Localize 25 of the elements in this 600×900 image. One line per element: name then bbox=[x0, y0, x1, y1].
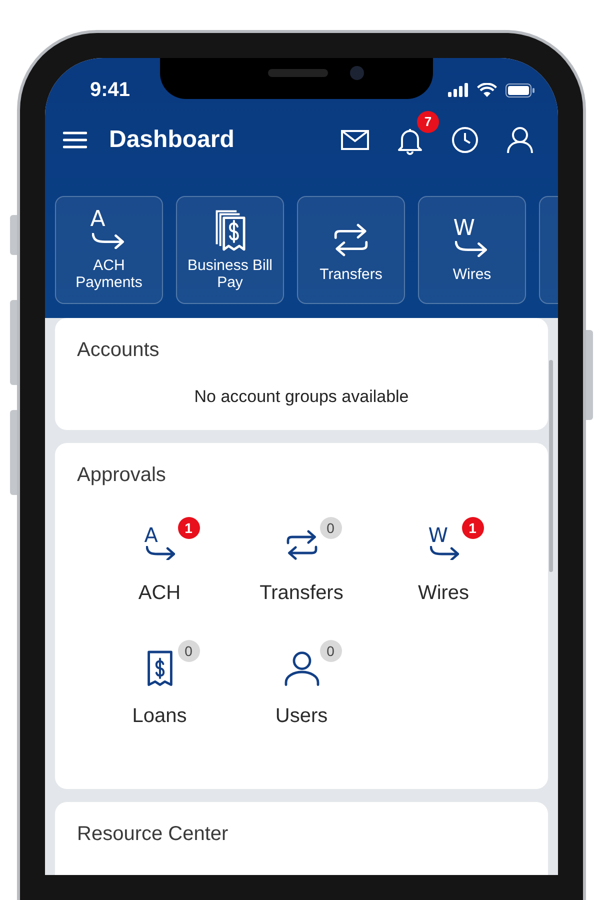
quick-action-tile[interactable]: Transfers bbox=[297, 196, 405, 304]
quick-action-tile[interactable]: A ACH Payments bbox=[55, 196, 163, 304]
icon-letter: W bbox=[453, 218, 476, 240]
page-title: Dashboard bbox=[109, 125, 236, 155]
approval-item[interactable]: W 1 Wires bbox=[372, 514, 514, 606]
count-badge: 0 bbox=[178, 640, 200, 662]
notification-badge: 7 bbox=[417, 111, 439, 133]
card-title: Accounts bbox=[77, 338, 160, 362]
approval-item[interactable]: 0 Transfers bbox=[230, 514, 372, 606]
approval-item[interactable]: 0 Loans bbox=[88, 638, 230, 728]
quick-action-tile[interactable]: W Wires bbox=[418, 196, 526, 304]
icon-letter: W bbox=[428, 524, 448, 544]
approval-item[interactable]: A 1 ACH bbox=[88, 514, 230, 606]
icon-letter: A bbox=[90, 209, 106, 231]
count-badge: 0 bbox=[320, 640, 342, 662]
approval-item[interactable]: 0 Users bbox=[230, 638, 372, 728]
count-badge: 1 bbox=[178, 516, 200, 538]
card-title: Resource Center bbox=[77, 822, 230, 846]
count-badge: 0 bbox=[320, 516, 342, 538]
icon-letter: A bbox=[144, 524, 158, 544]
status-time: 9:41 bbox=[90, 78, 130, 102]
count-badge: 1 bbox=[462, 516, 484, 538]
card-title: Approvals bbox=[77, 462, 167, 486]
quick-action-tile[interactable]: Business Bill Pay bbox=[176, 196, 284, 304]
empty-message: No account groups available bbox=[193, 386, 410, 408]
